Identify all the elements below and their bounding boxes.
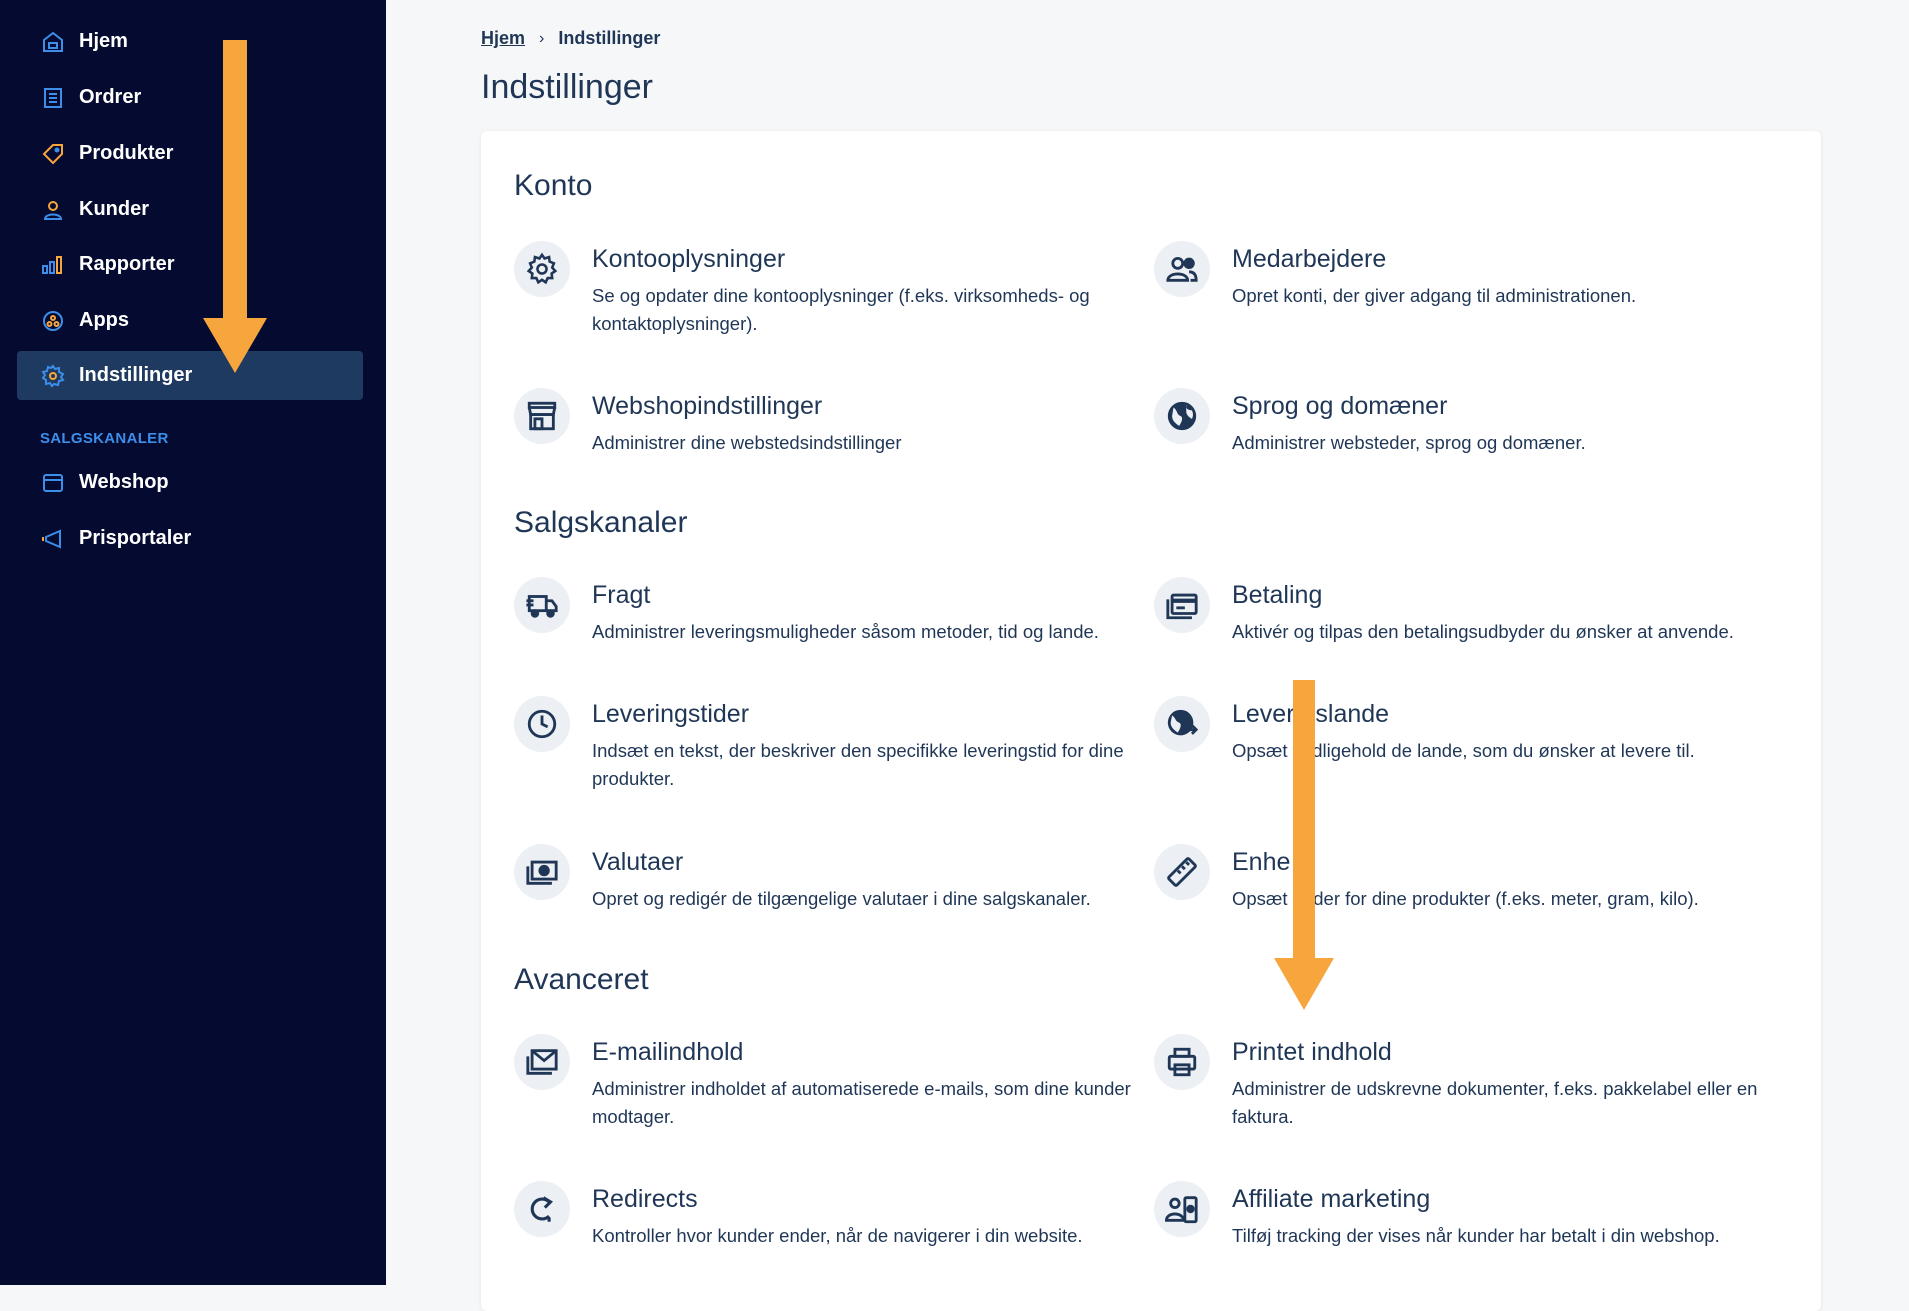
breadcrumb: Hjem › Indstillinger xyxy=(481,28,660,49)
setting-title: Medarbejdere xyxy=(1232,245,1387,273)
sidebar-item-label: Ordrer xyxy=(79,86,142,108)
gear-icon xyxy=(39,362,67,390)
gear-icon xyxy=(514,241,570,297)
setting-description: Kontroller hvor kunder ender, når de nav… xyxy=(592,1225,1083,1246)
setting-title: Webshopindstillinger xyxy=(592,392,823,420)
sidebar-item-prisportaler[interactable]: Prisportaler xyxy=(17,514,363,563)
sidebar-item-label: Produkter xyxy=(79,142,174,164)
section-title-avanceret: Avanceret xyxy=(514,963,649,996)
setting-title: Leveringstider xyxy=(592,700,750,728)
setting-betaling[interactable]: Betaling Aktivér og tilpas den betalings… xyxy=(1154,577,1774,646)
globe-arrow-icon xyxy=(1154,696,1210,752)
chevron-right-icon: › xyxy=(539,29,545,47)
setting-fragt[interactable]: Fragt Administrer leveringsmuligheder så… xyxy=(514,577,1134,646)
setting-description: Administrer indholdet af automatiserede … xyxy=(592,1078,1131,1127)
sidebar-item-indstillinger[interactable]: Indstillinger xyxy=(17,351,363,400)
setting-valutaer[interactable]: Valutaer Opret og redigér de tilgængelig… xyxy=(514,844,1134,913)
setting-medarbejdere[interactable]: Medarbejdere Opret konti, der giver adga… xyxy=(1154,241,1774,310)
sidebar-item-rapporter[interactable]: Rapporter xyxy=(17,240,363,289)
orange-arrow-content xyxy=(1274,680,1334,1010)
setting-enheder[interactable]: Enhe r Opsæt heder for dine produkter (f… xyxy=(1154,844,1774,913)
sidebar-item-kunder[interactable]: Kunder xyxy=(17,185,363,234)
setting-title: Printet indhold xyxy=(1232,1038,1392,1066)
sidebar: Hjem Ordrer Produkter Kunder Rapporter A… xyxy=(0,0,386,1285)
setting-description: Administrer dine webstedsindstillinger xyxy=(592,432,902,453)
sidebar-item-hjem[interactable]: Hjem xyxy=(17,17,363,66)
money-icon xyxy=(514,844,570,900)
setting-description: Tilføj tracking der vises når kunder har… xyxy=(1232,1225,1720,1246)
setting-title: Sprog og domæner xyxy=(1232,392,1448,420)
store-icon xyxy=(514,388,570,444)
user-icon xyxy=(39,196,67,224)
setting-leveringstider[interactable]: Leveringstider Indsæt en tekst, der besk… xyxy=(514,696,1134,793)
setting-description: Se og opdater dine kontooplysninger (f.e… xyxy=(592,285,1090,334)
bar-chart-icon xyxy=(39,251,67,279)
sidebar-item-label: Hjem xyxy=(79,30,128,52)
clock-icon xyxy=(514,696,570,752)
sidebar-item-webshop[interactable]: Webshop xyxy=(17,458,363,507)
sidebar-item-produkter[interactable]: Produkter xyxy=(17,129,363,178)
sidebar-item-label: Apps xyxy=(79,309,129,331)
sidebar-item-label: Kunder xyxy=(79,198,149,220)
mail-icon xyxy=(514,1034,570,1090)
setting-e-mailindhold[interactable]: E-mailindhold Administrer indholdet af a… xyxy=(514,1034,1134,1131)
setting-description: Opret og redigér de tilgængelige valutae… xyxy=(592,888,1091,909)
setting-description: Administrer de udskrevne dokumenter, f.e… xyxy=(1232,1078,1758,1127)
setting-title: Affiliate marketing xyxy=(1232,1185,1431,1213)
sidebar-item-label: Rapporter xyxy=(79,253,175,275)
setting-title: E-mailindhold xyxy=(592,1038,744,1066)
tag-icon xyxy=(39,140,67,168)
megaphone-icon xyxy=(39,525,67,553)
truck-icon xyxy=(514,577,570,633)
setting-leveringslande[interactable]: Lever gslande Opsæt vedligehold de lande… xyxy=(1154,696,1774,765)
setting-title: Betaling xyxy=(1232,581,1323,609)
orders-icon xyxy=(39,84,67,112)
setting-webshopindstillinger[interactable]: Webshopindstillinger Administrer dine we… xyxy=(514,388,1134,457)
sidebar-item-label: Webshop xyxy=(79,471,169,493)
orange-arrow-sidebar xyxy=(203,40,267,373)
settings-card: Konto Kontooplysninger Se og opdater din… xyxy=(481,131,1821,1311)
setting-printet-indhold[interactable]: Printet indhold Administrer de udskrevne… xyxy=(1154,1034,1774,1131)
setting-title: Kontooplysninger xyxy=(592,245,786,273)
browser-icon xyxy=(39,469,67,497)
credit-card-icon xyxy=(1154,577,1210,633)
breadcrumb-current: Indstillinger xyxy=(558,28,661,48)
globe-icon xyxy=(1154,388,1210,444)
sidebar-item-apps[interactable]: Apps xyxy=(17,296,363,345)
ruler-icon xyxy=(1154,844,1210,900)
setting-kontooplysninger[interactable]: Kontooplysninger Se og opdater dine kont… xyxy=(514,241,1134,338)
setting-description: Indsæt en tekst, der beskriver den speci… xyxy=(592,740,1124,789)
breadcrumb-home-link[interactable]: Hjem xyxy=(481,28,525,49)
sidebar-item-ordrer[interactable]: Ordrer xyxy=(17,73,363,122)
section-title-salgskanaler: Salgskanaler xyxy=(514,506,688,539)
setting-affiliate-marketing[interactable]: Affiliate marketing Tilføj tracking der … xyxy=(1154,1181,1774,1250)
home-icon xyxy=(39,28,67,56)
setting-description: Aktivér og tilpas den betalingsudbyder d… xyxy=(1232,621,1734,642)
setting-title: Valutaer xyxy=(592,848,684,876)
setting-title: Redirects xyxy=(592,1185,698,1213)
setting-description: Administrer websteder, sprog og domæner. xyxy=(1232,432,1586,453)
setting-description: Administrer leveringsmuligheder såsom me… xyxy=(592,621,1099,642)
printer-icon xyxy=(1154,1034,1210,1090)
users-icon xyxy=(1154,241,1210,297)
setting-description: Opret konti, der giver adgang til admini… xyxy=(1232,285,1637,306)
redirect-icon xyxy=(514,1181,570,1237)
page-title: Indstillinger xyxy=(481,68,653,106)
sidebar-section-label: SALGSKANALER xyxy=(40,430,169,447)
apps-icon xyxy=(39,307,67,335)
section-title-konto: Konto xyxy=(514,169,593,202)
sidebar-item-label: Prisportaler xyxy=(79,527,192,549)
setting-sprog-og-domaener[interactable]: Sprog og domæner Administrer websteder, … xyxy=(1154,388,1774,457)
setting-redirects[interactable]: Redirects Kontroller hvor kunder ender, … xyxy=(514,1181,1134,1250)
setting-title: Fragt xyxy=(592,581,651,609)
sidebar-item-label: Indstillinger xyxy=(79,364,193,386)
affiliate-icon xyxy=(1154,1181,1210,1237)
